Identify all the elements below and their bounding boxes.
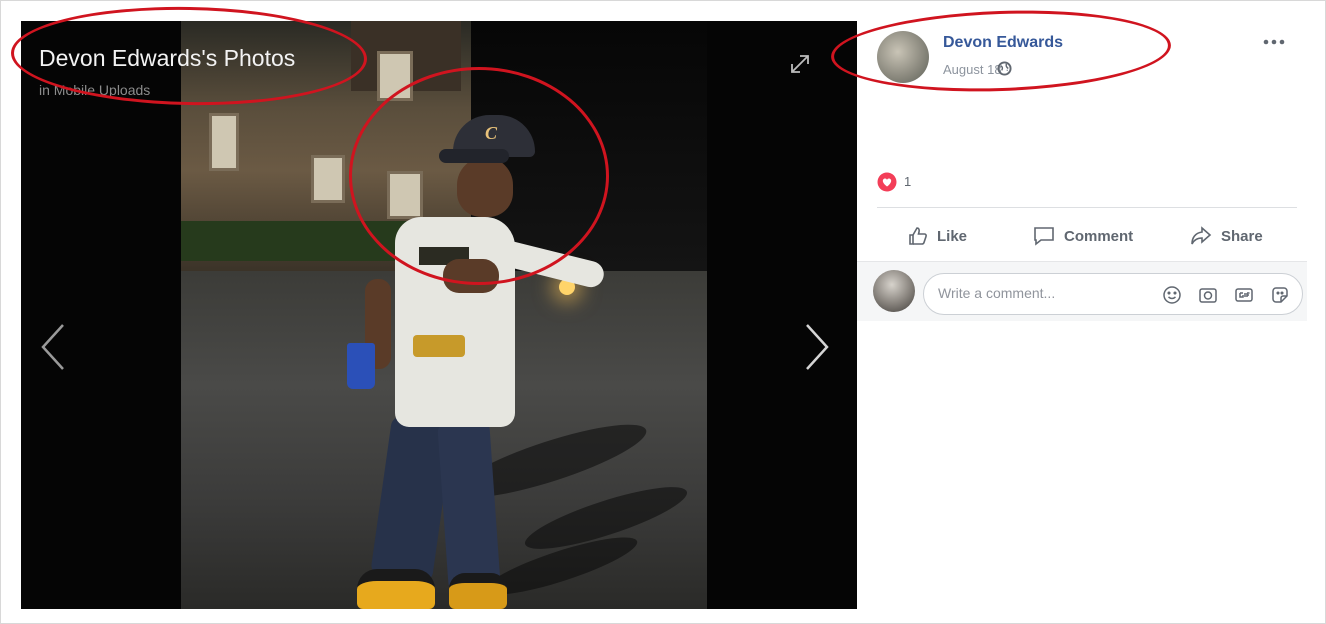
love-reaction-icon[interactable]: [877, 172, 897, 192]
chevron-right-icon[interactable]: [797, 317, 837, 377]
comment-button[interactable]: Comment: [1032, 221, 1133, 251]
globe-icon: [997, 61, 1012, 76]
comment-composer: [857, 261, 1307, 321]
gif-icon[interactable]: [1234, 285, 1254, 305]
person-in-photo: C: [181, 21, 707, 609]
post-author[interactable]: Devon Edwards: [943, 34, 1063, 52]
photo-viewer: C Devon Edwards's Photos in Mobile Uploa…: [21, 21, 857, 609]
divider: [877, 207, 1297, 208]
like-label: Like: [937, 227, 968, 245]
commenter-avatar[interactable]: [873, 270, 915, 312]
photo[interactable]: C: [181, 21, 707, 609]
album-name[interactable]: in Mobile Uploads: [39, 82, 150, 98]
reaction-count[interactable]: 1: [904, 174, 911, 189]
share-button[interactable]: Share: [1189, 221, 1263, 251]
post-panel: Devon Edwards August 18 · 1 Like Comment…: [857, 21, 1307, 609]
comment-icon: [1034, 227, 1054, 246]
comment-label: Comment: [1064, 227, 1134, 245]
share-icon: [1191, 226, 1212, 245]
screenshot-frame: C Devon Edwards's Photos in Mobile Uploa…: [0, 0, 1326, 624]
comment-input[interactable]: [938, 285, 1138, 301]
more-horizontal-icon[interactable]: [1261, 35, 1287, 49]
camera-icon[interactable]: [1198, 285, 1218, 305]
viewer-title[interactable]: Devon Edwards's Photos: [39, 45, 295, 72]
share-label: Share: [1221, 227, 1263, 245]
emoji-icon[interactable]: [1162, 285, 1182, 305]
avatar[interactable]: [877, 31, 929, 83]
sticker-icon[interactable]: [1270, 285, 1290, 305]
thumbs-up-icon: [909, 227, 927, 245]
expand-icon[interactable]: [787, 51, 813, 77]
like-button[interactable]: Like: [907, 221, 967, 251]
comment-box[interactable]: [923, 273, 1303, 315]
chevron-left-icon[interactable]: [33, 317, 73, 377]
